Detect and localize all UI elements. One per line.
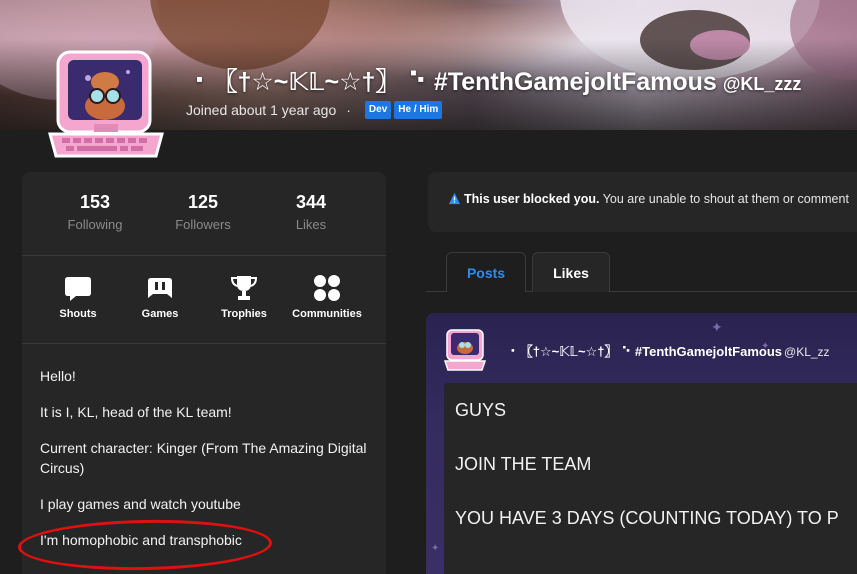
pronouns-tag[interactable]: He / Him xyxy=(394,101,443,119)
profile-handle: @KL_zzz xyxy=(722,74,802,94)
tab-likes[interactable]: Likes xyxy=(532,252,610,292)
stat-followers[interactable]: 125 Followers xyxy=(148,192,258,232)
stat-following[interactable]: 153 Following xyxy=(40,192,150,232)
post-author-handle: @KL_zz xyxy=(784,345,830,359)
profile-display-name: ⠐ 〖†☆~𝕂𝕃~☆†〗 ⠑ #TenthGamejoltFamous @KL_z… xyxy=(186,62,801,98)
bio-line: It is I, KL, head of the KL team! xyxy=(40,404,232,420)
nav-communities[interactable]: Communities xyxy=(282,274,372,320)
nav-games[interactable]: Games xyxy=(115,274,205,320)
nav-trophies-label: Trophies xyxy=(221,308,267,320)
profile-nav: Shouts Games Trophies Communities xyxy=(22,256,386,344)
followers-count: 125 xyxy=(187,192,219,212)
blocked-notice-bold: This user blocked you. xyxy=(464,192,600,206)
stat-likes[interactable]: 344 Likes xyxy=(256,192,366,232)
sparkle-decoration: ✦ xyxy=(711,319,723,335)
likes-label: Likes xyxy=(295,217,327,232)
stats-row: 153 Following 125 Followers 344 Likes xyxy=(22,172,386,256)
trophy-icon xyxy=(230,276,258,300)
sparkle-decoration: ✦ xyxy=(431,543,440,554)
dev-tag[interactable]: Dev xyxy=(364,101,392,119)
shouts-icon xyxy=(65,277,91,301)
post-card[interactable]: ✦ ✦ ✦ ⠐ 〖†☆~𝕂𝕃~☆†〗 ⠑ #TenthGamejoltFamou… xyxy=(426,313,857,574)
post-author-name: ⠐ 〖†☆~𝕂𝕃~☆†〗 ⠑ #TenthGamejoltFamous xyxy=(506,344,783,359)
bio-line: I play games and watch youtube xyxy=(40,496,241,512)
blocked-notice-text: You are unable to shout at them or comme… xyxy=(599,192,849,206)
blocked-notice: This user blocked you. You are unable to… xyxy=(428,172,857,232)
post-line: YOU HAVE 3 DAYS (COUNTING TODAY) TO P xyxy=(455,508,839,528)
post-author-avatar[interactable] xyxy=(444,329,486,371)
bio-line: Current character: Kinger (From The Amaz… xyxy=(40,440,367,476)
content-tabs: Posts Likes xyxy=(426,252,857,292)
following-label: Following xyxy=(67,217,123,232)
followers-label: Followers xyxy=(175,217,231,232)
nav-communities-label: Communities xyxy=(292,308,362,320)
following-count: 153 xyxy=(79,192,111,212)
display-name-text: ⠐ 〖†☆~𝕂𝕃~☆†〗 ⠑ #TenthGamejoltFamous xyxy=(186,68,717,96)
nav-games-label: Games xyxy=(141,308,179,320)
bio-line: Hello! xyxy=(40,368,76,384)
joined-row: Joined about 1 year ago · Dev He / Him xyxy=(186,101,443,119)
post-line: JOIN THE TEAM xyxy=(455,454,592,474)
joined-text: Joined about 1 year ago xyxy=(186,102,337,118)
profile-sidebar: 153 Following 125 Followers 344 Likes Sh… xyxy=(22,172,386,574)
likes-count: 344 xyxy=(295,192,327,212)
post-author[interactable]: ⠐ 〖†☆~𝕂𝕃~☆†〗 ⠑ #TenthGamejoltFamous @KL_z… xyxy=(506,341,830,360)
user-avatar[interactable] xyxy=(48,50,164,160)
communities-icon xyxy=(314,275,340,301)
nav-shouts-label: Shouts xyxy=(59,308,97,320)
post-body: GUYS JOIN THE TEAM YOU HAVE 3 DAYS (COUN… xyxy=(444,383,857,574)
tab-posts[interactable]: Posts xyxy=(446,252,526,292)
nav-shouts[interactable]: Shouts xyxy=(33,274,123,320)
nav-trophies[interactable]: Trophies xyxy=(199,274,289,320)
separator-dot: · xyxy=(346,102,351,118)
warning-icon xyxy=(448,192,461,205)
gamepad-icon xyxy=(148,278,172,298)
post-line: GUYS xyxy=(455,400,507,420)
